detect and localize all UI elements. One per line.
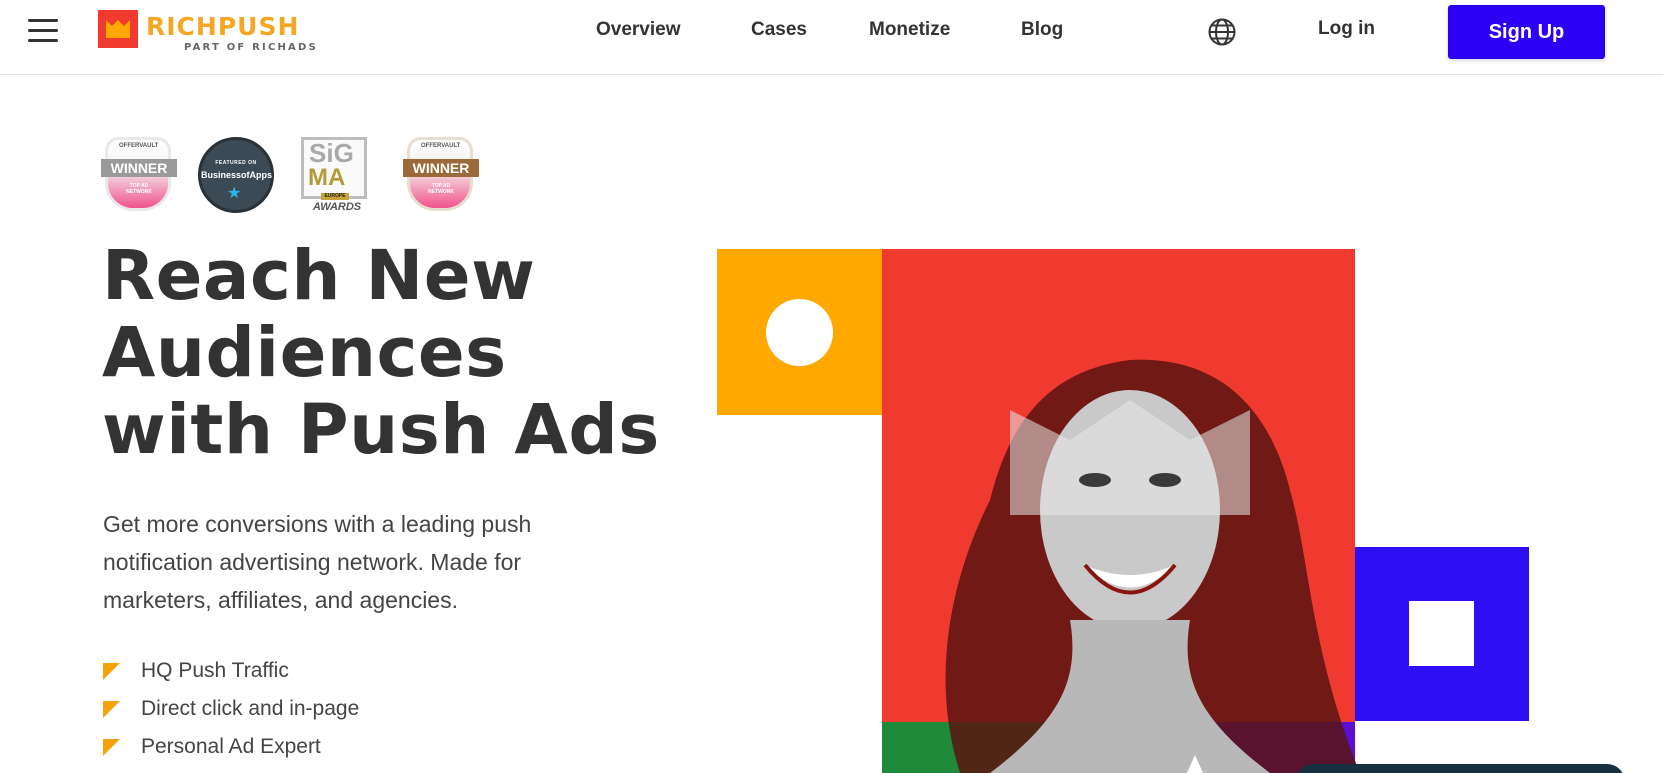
red-block <box>882 249 1355 722</box>
signup-button[interactable]: Sign Up <box>1448 5 1605 59</box>
headline-line-2: Audiences <box>102 313 507 393</box>
hero-subtext: Get more conversions with a leading push… <box>103 511 532 613</box>
list-item: HQ Push Traffic <box>103 658 359 696</box>
sigma-europe-badge: SiG MA EUROPE AWARDS <box>299 135 371 215</box>
feature-list: HQ Push Traffic Direct click and in-page… <box>103 658 359 772</box>
hero-headline: Reach New Audiences with Push Ads <box>102 238 662 469</box>
nav-blog[interactable]: Blog <box>1021 18 1063 42</box>
square-shape <box>1409 601 1474 666</box>
list-item: Personal Ad Expert <box>103 734 359 772</box>
login-link[interactable]: Log in <box>1318 17 1375 41</box>
gray-block <box>1047 722 1179 773</box>
offervault-winner-badge: OFFERVAULT WINNER TOP AD NETWORK <box>101 135 177 215</box>
offervault-winner-badge-2: OFFERVAULT WINNER TOP AD NETWORK <box>403 135 479 215</box>
globe-icon[interactable] <box>1207 17 1237 47</box>
nav-monetize[interactable]: Monetize <box>869 18 950 42</box>
feature-label: Direct click and in-page <box>141 697 360 720</box>
headline-line-1: Reach New <box>102 236 536 316</box>
green-block <box>882 722 1047 773</box>
feature-label: Personal Ad Expert <box>141 735 321 758</box>
feature-label: HQ Push Traffic <box>141 659 289 682</box>
businessofapps-badge: FEATURED ON BusinessofApps ★ <box>198 137 274 213</box>
logo-wordmark: RICHPUSH <box>146 12 300 41</box>
triangle-bullet-icon <box>103 701 120 718</box>
blue-block <box>1355 547 1529 721</box>
headline-line-3: with Push Ads <box>102 390 660 470</box>
triangle-bullet-icon <box>103 739 120 756</box>
circle-shape <box>766 299 833 366</box>
logo-tagline: PART OF RICHADS <box>184 42 318 53</box>
yellow-block <box>717 249 882 415</box>
crown-icon <box>98 10 138 48</box>
richpush-logo[interactable]: RICHPUSH PART OF RICHADS <box>98 10 338 56</box>
nav-overview[interactable]: Overview <box>596 18 681 42</box>
chat-widget-tab[interactable] <box>1295 764 1625 773</box>
site-header: RICHPUSH PART OF RICHADS Overview Cases … <box>0 0 1663 75</box>
menu-icon[interactable] <box>28 17 60 45</box>
star-icon: ★ <box>227 185 242 202</box>
triangle-bullet-icon <box>103 663 120 680</box>
list-item: Direct click and in-page <box>103 696 359 734</box>
nav-cases[interactable]: Cases <box>751 18 807 42</box>
